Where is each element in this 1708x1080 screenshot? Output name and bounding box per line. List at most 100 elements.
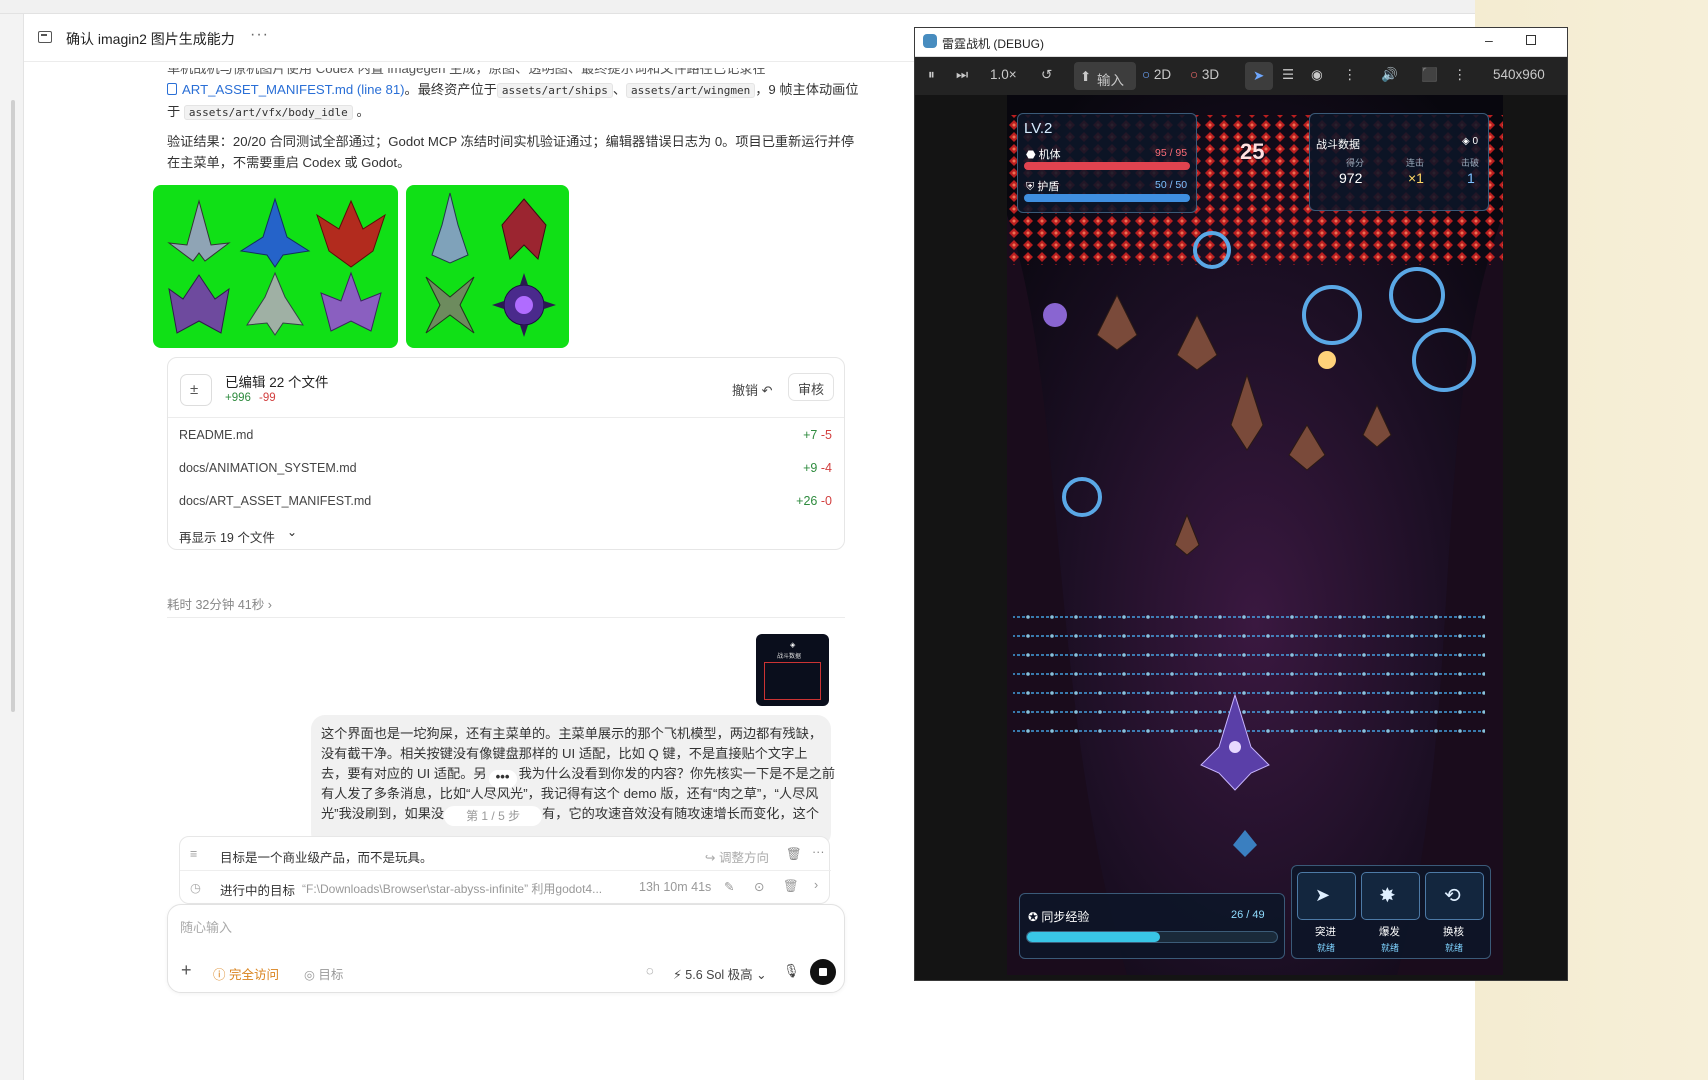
ship-sprite: [320, 271, 382, 332]
wave-number: 25: [1240, 139, 1265, 164]
divider: [167, 617, 845, 618]
minimize-button[interactable]: –: [1485, 32, 1493, 48]
skill-slot[interactable]: ⟲: [1425, 872, 1484, 920]
file-row[interactable]: README.md +7 -5: [168, 419, 844, 452]
battle-stats-panel: 战斗数据 ◈ 0 得分 连击 击破 972 ×1 1: [1309, 113, 1489, 211]
game-toolbar: ⏸ ⏭ 1.0× ↺ ⬆ 输入 ○ 2D ○ 3D ➤ ☰ ◉ ⋮ 🔊 ⬛ ⋮ 5…: [915, 57, 1567, 95]
wingmen-image[interactable]: [406, 185, 569, 348]
diff-icon: [180, 374, 212, 406]
mode-2d[interactable]: ○ 2D: [1142, 67, 1171, 82]
file-row[interactable]: docs/ANIMATION_SYSTEM.md +9 -4: [168, 452, 844, 485]
speaker-icon[interactable]: 🔊: [1381, 67, 1398, 83]
model-selector[interactable]: ⚡ 5.6 Sol 极高 ⌄: [673, 964, 767, 983]
show-more-button[interactable]: 再显示 19 个文件 ⌄: [168, 518, 844, 551]
trash-icon[interactable]: 🗑: [783, 879, 799, 894]
files-card-title: 已编辑 22 个文件: [225, 375, 329, 390]
microphone-icon[interactable]: 🎙: [783, 963, 800, 979]
maximize-button[interactable]: [1526, 35, 1536, 45]
chat-title: 确认 imagin2 图片生成能力: [66, 31, 235, 47]
pause-icon[interactable]: ⊙: [754, 879, 764, 894]
reset-speed-icon[interactable]: ↺: [1041, 67, 1052, 83]
input-toggle[interactable]: ⬆ 输入: [1074, 62, 1136, 90]
undo-icon: ↶: [761, 383, 773, 398]
kills-value: 1: [1467, 170, 1475, 186]
combo-label: 连击: [1406, 158, 1425, 168]
sync-value: 26 / 49: [1231, 909, 1265, 921]
composer-input[interactable]: 随心输入: [180, 917, 232, 936]
player-bullets: [1013, 605, 1485, 745]
progress-path: “F:\Downloads\Browser\star-abyss-infinit…: [302, 882, 603, 896]
score-value: 972: [1339, 170, 1363, 186]
select-tool[interactable]: ➤: [1245, 62, 1273, 90]
sync-exp-panel: ✪ 同步经验 26 / 49: [1019, 893, 1285, 959]
camera-icon[interactable]: ⬛: [1421, 67, 1438, 83]
gem-counter: ◈ 0: [1462, 136, 1479, 147]
menu-dots-icon[interactable]: ⋮: [1343, 67, 1357, 83]
goal-button[interactable]: ◎ 目标: [304, 964, 343, 983]
adjust-direction-button[interactable]: ↪ 调整方向: [705, 847, 769, 866]
ship-sprite: [239, 197, 311, 268]
verify-line: 验证结果：20/20 合同测试全部通过；Godot MCP 冻结时间实机验证通过…: [167, 134, 855, 149]
player-status-panel: LV.2 ⬣ 机体 95 / 95 ⛨ 护盾 50 / 50: [1017, 113, 1197, 213]
skill-name: 爆发: [1379, 926, 1400, 938]
composer: 随心输入 + ⓘ 完全访问 ◎ 目标 ◌ ⚡ 5.6 Sol 极高 ⌄ 🎙: [167, 904, 845, 993]
eye-icon[interactable]: ◉: [1311, 67, 1323, 83]
ships-image[interactable]: [153, 185, 398, 348]
skill-slot[interactable]: ➤: [1297, 872, 1356, 920]
goal-bar: ≡ 目标是一个商业级产品，而不是玩具。 ↪ 调整方向 🗑 ··· ◷ 进行中的目…: [179, 836, 831, 904]
more-icon[interactable]: ···: [812, 845, 825, 859]
menu-dots-icon[interactable]: ⋮: [1453, 67, 1467, 83]
stop-icon: [819, 968, 827, 976]
manifest-link[interactable]: ART_ASSET_MANIFEST.md (line 81): [182, 82, 405, 97]
ship-sprite: [168, 274, 230, 334]
thumb-title: 战斗数据: [777, 654, 802, 660]
stop-button[interactable]: [810, 959, 836, 985]
target-icon: ◎: [304, 968, 315, 982]
clock-icon: ◷: [190, 881, 201, 895]
chevron-right-icon: ›: [267, 598, 272, 612]
godot-game-window: 雷霆战机 (DEBUG) – ⏸ ⏭ 1.0× ↺ ⬆ 输入 ○ 2D ○ 3D …: [914, 27, 1568, 981]
message-line: 这个界面也是一坨狗屎，还有主菜单的。主菜单展示的那个飞机模型，两边都有残缺，: [321, 726, 823, 741]
level-label: LV.2: [1024, 120, 1053, 137]
suspend-icon[interactable]: ⏸: [928, 67, 935, 83]
game-viewport[interactable]: LV.2 ⬣ 机体 95 / 95 ⛨ 护盾 50 / 50 25 战斗数据 ◈…: [1007, 95, 1503, 975]
undo-button[interactable]: 撤销 ↶: [732, 380, 773, 399]
ship-sprite: [316, 199, 386, 268]
kills-label: 击破: [1461, 158, 1480, 168]
next-frame-icon[interactable]: ⏭: [956, 67, 968, 83]
file-row[interactable]: docs/ART_ASSET_MANIFEST.md +26 -0: [168, 485, 844, 518]
arrow-icon: ↪: [705, 851, 716, 865]
folder-icon: [38, 31, 52, 43]
gem-icon: ◈: [1462, 136, 1470, 147]
wingman-sprite: [431, 192, 469, 264]
full-access-button[interactable]: ⓘ 完全访问: [213, 964, 279, 983]
burst-icon: ✸: [1379, 885, 1396, 907]
more-options-button[interactable]: ···: [250, 26, 269, 44]
speed-button[interactable]: 1.0×: [990, 67, 1017, 82]
progress-time: 13h 10m 41s: [639, 880, 712, 894]
verify-line: 在主菜单，不需要重启 Codex 或 Godot。: [167, 155, 411, 170]
plus-icon[interactable]: +: [181, 960, 192, 981]
glow-orb: [1318, 351, 1336, 369]
skill-status: 就绪: [1381, 943, 1400, 953]
mode-3d[interactable]: ○ 3D: [1190, 67, 1219, 82]
shield-fill: [1024, 194, 1190, 202]
paragraph-line: ART_ASSET_MANIFEST.md (line 81)。最终资产位于 as…: [167, 79, 859, 101]
scrollbar[interactable]: [11, 100, 15, 712]
pencil-icon[interactable]: ✎: [724, 879, 734, 894]
hull-label: ⬣ 机体: [1026, 149, 1061, 161]
stats-title: 战斗数据: [1316, 139, 1360, 151]
list-icon[interactable]: ☰: [1282, 67, 1294, 83]
total-removed: -99: [259, 392, 276, 404]
chevron-right-icon[interactable]: ›: [814, 878, 818, 892]
message-line: 有人发了多条消息，比如“人尽风光”，我记得有这个 demo 版，还有“肉之草”，…: [321, 786, 819, 801]
file-diff: +7 -5: [803, 428, 832, 442]
skill-slot[interactable]: ✸: [1361, 872, 1420, 920]
elapsed-time-button[interactable]: 耗时 32分钟 41秒 ›: [167, 594, 272, 613]
file-diff: +9 -4: [803, 461, 832, 475]
skill-bar: ➤ ✸ ⟲ 突进 爆发 换核 就绪 就绪 就绪: [1291, 865, 1491, 959]
review-button[interactable]: 审核: [788, 373, 835, 401]
attached-screenshot[interactable]: ◈ 战斗数据: [756, 634, 829, 706]
chevron-down-icon: ⌄: [287, 525, 298, 539]
trash-icon[interactable]: 🗑: [786, 847, 802, 862]
